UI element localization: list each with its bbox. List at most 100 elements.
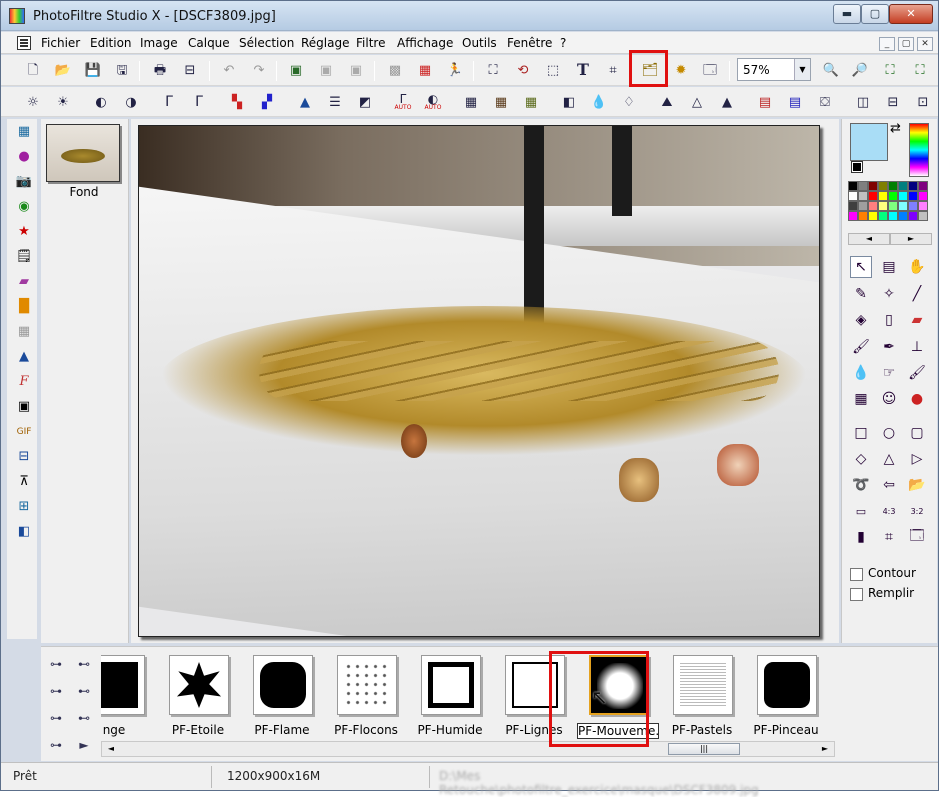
eyedropper-icon[interactable]: ✎	[850, 283, 872, 305]
title-bar[interactable]: PhotoFiltre Studio X - [DSCF3809.jpg] ▬ …	[1, 1, 938, 31]
brightness-down-icon[interactable]: ☼	[23, 92, 43, 112]
palette-swatch[interactable]	[888, 191, 898, 201]
menu-fichier[interactable]: Fichier	[41, 36, 80, 50]
menu-help[interactable]: ?	[560, 36, 566, 50]
auto-levels-icon[interactable]: Γ AUTO	[393, 92, 413, 112]
stamp-icon[interactable]: ⛋	[815, 92, 835, 112]
effect-folder-icon[interactable]: ⊶	[47, 655, 65, 673]
app-icon[interactable]	[9, 8, 25, 24]
ellipse-shape-icon[interactable]: ○	[878, 422, 900, 444]
hand-icon[interactable]: ✋	[906, 256, 928, 278]
effect-item[interactable]: PF-Flame	[241, 651, 323, 739]
background-color[interactable]	[851, 161, 863, 173]
palette-prev-button[interactable]: ◄	[848, 233, 890, 245]
flip-horizontal-icon[interactable]: ◫	[853, 92, 873, 112]
window-icon[interactable]: 🗔	[700, 60, 720, 80]
spray-icon[interactable]: ▯	[878, 309, 900, 331]
effect-item[interactable]: PF-Etoile	[157, 651, 239, 739]
remplir-checkbox[interactable]	[850, 588, 863, 601]
mdi-restore-button[interactable]: ▢	[898, 37, 914, 51]
undo-icon[interactable]: ↶	[219, 60, 239, 80]
redo-icon[interactable]: ↷	[249, 60, 269, 80]
histogram-icon[interactable]: ▲	[15, 348, 33, 366]
transform-icon[interactable]: ⌗	[603, 60, 623, 80]
aquarelle-icon[interactable]: ▲	[717, 92, 737, 112]
palette-swatch[interactable]	[868, 191, 878, 201]
palette-swatch[interactable]	[858, 181, 868, 191]
rectangle-shape-icon[interactable]: □	[850, 422, 872, 444]
grid-tool-icon[interactable]: ⊞	[15, 498, 33, 516]
palette-swatch[interactable]	[868, 181, 878, 191]
menu-selection[interactable]: Sélection	[239, 36, 294, 50]
paste-icon[interactable]: ▣	[316, 60, 336, 80]
scan-icon[interactable]: ⊟	[180, 60, 200, 80]
fill-icon[interactable]: ◈	[850, 309, 872, 331]
menu-reglage[interactable]: Réglage	[301, 36, 350, 50]
palette-swatch[interactable]	[898, 201, 908, 211]
palette-swatch[interactable]	[858, 191, 868, 201]
portrait-icon[interactable]: ☺	[878, 388, 900, 410]
contrast-down-icon[interactable]: ◐	[91, 92, 111, 112]
printer-icon[interactable]: ⊼	[15, 473, 33, 491]
strawberry-icon[interactable]: ●	[906, 388, 928, 410]
open-icon[interactable]: 📂	[53, 60, 73, 80]
grid-icon[interactable]: ▦	[15, 323, 33, 341]
blur-icon[interactable]: ◧	[559, 92, 579, 112]
palette-swatch[interactable]	[908, 181, 918, 191]
menu-outils[interactable]: Outils	[462, 36, 497, 50]
paste-new-icon[interactable]: ▣	[346, 60, 366, 80]
effect-select-icon[interactable]: ⊶	[47, 709, 65, 727]
rotate-icon[interactable]: ⟲	[513, 60, 533, 80]
palette-swatch[interactable]	[908, 191, 918, 201]
triangle-right-shape-icon[interactable]: ▷	[906, 448, 928, 470]
advanced-brush-icon[interactable]: ✒	[878, 336, 900, 358]
emboss-icon[interactable]: ⛰	[657, 92, 677, 112]
gif-icon[interactable]: GIF	[15, 423, 33, 441]
selection-tool-icon[interactable]: ▤	[878, 256, 900, 278]
calculator-icon[interactable]: ▦	[15, 123, 33, 141]
save-icon[interactable]: 💾	[83, 60, 103, 80]
rotate-90-icon[interactable]: ⊡	[913, 92, 933, 112]
menu-filtre[interactable]: Filtre	[356, 36, 385, 50]
pattern-icon[interactable]: ▦	[850, 388, 872, 410]
fit-icon[interactable]: ⛶	[880, 60, 900, 80]
palette-swatch[interactable]	[868, 211, 878, 221]
layer-thumbnail[interactable]	[46, 124, 120, 182]
palette-swatch[interactable]	[858, 201, 868, 211]
stamp-tool-icon[interactable]: ⊥	[906, 336, 928, 358]
gradient-icon[interactable]: ▩	[385, 60, 405, 80]
palette-icon[interactable]: ▦	[415, 60, 435, 80]
palette-swatch[interactable]	[868, 201, 878, 211]
curves-icon[interactable]: ☰	[325, 92, 345, 112]
gradient-rect-icon[interactable]: ▰	[15, 273, 33, 291]
menu-affichage[interactable]: Affichage	[397, 36, 453, 50]
polygon-icon[interactable]: ⇦	[878, 474, 900, 496]
grayscale-icon[interactable]: ◩	[355, 92, 375, 112]
palette-swatch[interactable]	[918, 201, 928, 211]
document-icon[interactable]	[17, 36, 31, 50]
line-icon[interactable]: ╱	[906, 283, 928, 305]
palette-swatch[interactable]	[848, 211, 858, 221]
mosaic-green-icon[interactable]: ▦	[521, 92, 541, 112]
zoom-out-icon[interactable]: 🔎	[850, 60, 870, 80]
eraser-icon[interactable]: ▰	[906, 309, 928, 331]
rounded-rect-shape-icon[interactable]: ▢	[906, 422, 928, 444]
effect-item[interactable]: PF-Pastels	[661, 651, 743, 739]
effect-item[interactable]: PF-Flocons	[325, 651, 407, 739]
pointer-tool-icon[interactable]: ↖	[850, 256, 872, 278]
window-selection-icon[interactable]: 🗔	[906, 526, 928, 548]
crop-icon[interactable]: ⛶	[483, 60, 503, 80]
magic-wand-icon[interactable]: ✧	[878, 283, 900, 305]
copy-layer-icon[interactable]: ▣	[286, 60, 306, 80]
globe-icon[interactable]: ◉	[15, 198, 33, 216]
auto-contrast-icon[interactable]: ◐ AUTO	[423, 92, 443, 112]
palette-swatch[interactable]	[918, 181, 928, 191]
sphere-icon[interactable]: ●	[15, 148, 33, 166]
palette-swatch[interactable]	[888, 181, 898, 191]
menu-fenetre[interactable]: Fenêtre	[507, 36, 552, 50]
blur-tool-icon[interactable]: 💧	[850, 362, 872, 384]
effect-item[interactable]: PF-Humide	[409, 651, 491, 739]
note-icon[interactable]: 🗒	[15, 248, 33, 266]
close-button[interactable]: ✕	[889, 4, 933, 24]
brush-icon[interactable]: 🖌	[850, 336, 872, 358]
